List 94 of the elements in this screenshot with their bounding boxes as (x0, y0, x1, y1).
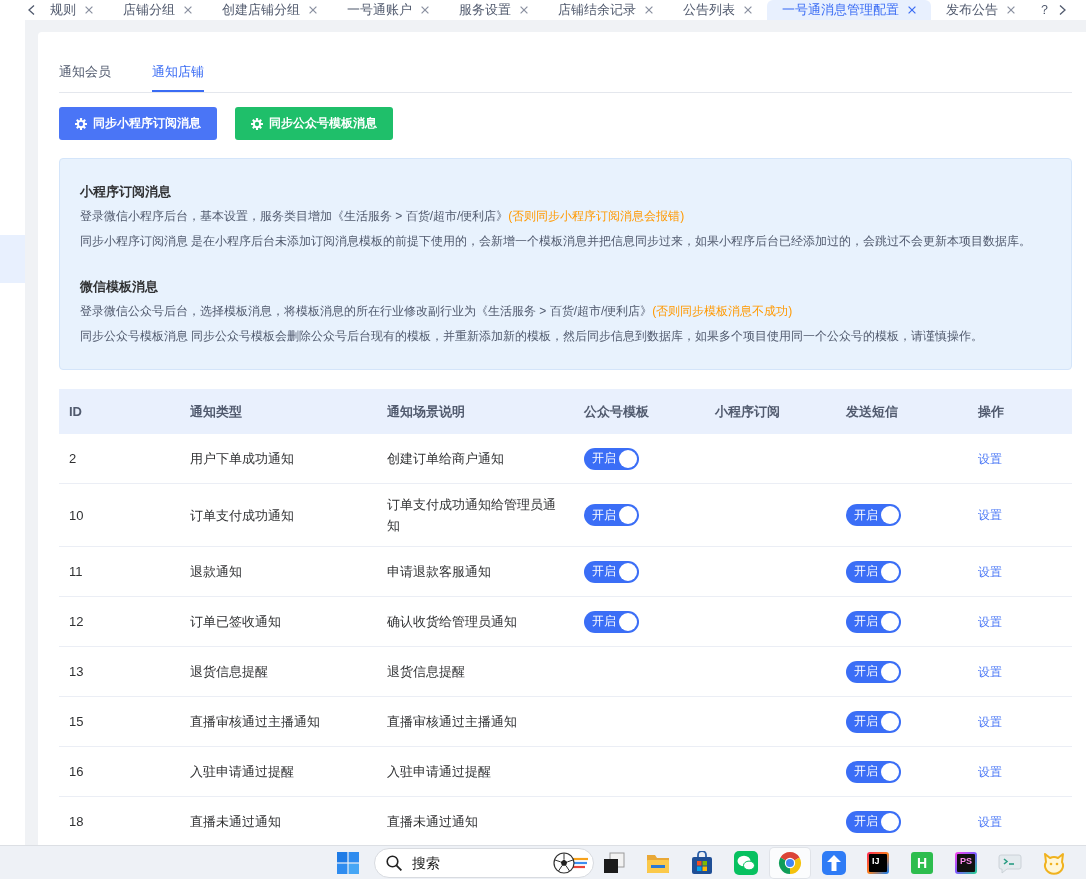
search-input[interactable]: 搜索 (412, 854, 543, 871)
page-tab[interactable]: 规则 (35, 0, 108, 20)
table-cell: 退款通知 (180, 546, 377, 597)
table-cell: 直播审核通过主播通知 (180, 696, 377, 747)
toggle-switch[interactable]: 开启 (584, 447, 639, 470)
settings-link[interactable]: 设置 (978, 764, 1002, 779)
column-header: 通知类型 (180, 389, 377, 434)
table-cell: 申请退款客服通知 (377, 546, 574, 597)
table-cell: 用户下单成功通知 (180, 434, 377, 484)
gear-icon (75, 117, 87, 130)
page-tab[interactable]: 一号通消息管理配置 (767, 0, 931, 20)
arrow-tile-icon (822, 850, 846, 875)
notify-tab[interactable]: 通知会员 (59, 54, 111, 92)
toggle-switch[interactable]: 开启 (846, 810, 901, 833)
toggle-switch[interactable]: 开启 (846, 560, 901, 583)
table-cell: 退货信息提醒 (377, 646, 574, 697)
close-icon[interactable] (1007, 6, 1015, 14)
settings-link[interactable]: 设置 (978, 614, 1002, 629)
page-tab[interactable]: ？ (1030, 0, 1053, 20)
page-tab[interactable]: 一号通账户 (332, 0, 444, 20)
column-header: 小程序订阅 (705, 389, 836, 434)
cat-face-icon (1042, 850, 1066, 875)
toggle-switch[interactable]: 开启 (846, 760, 901, 783)
table-cell: 12 (59, 596, 180, 647)
table-cell: 确认收货给管理员通知 (377, 596, 574, 647)
table-cell: 15 (59, 696, 180, 747)
table-cell: 订单已签收通知 (180, 596, 377, 647)
page-tab[interactable]: 发布公告 (931, 0, 1030, 20)
table-cell: 订单支付成功通知 (180, 483, 377, 547)
chat-bubbles-icon (734, 850, 758, 875)
soccer-ball-icon (553, 851, 589, 874)
close-icon[interactable] (908, 6, 916, 14)
table-cell: 订单支付成功通知给管理员通知 (377, 483, 574, 547)
page-tab[interactable]: 创建店铺分组 (207, 0, 332, 20)
toggle-switch[interactable]: 开启 (584, 610, 639, 633)
column-header: ID (59, 389, 180, 434)
sync-button[interactable]: 同步公众号模板消息 (235, 107, 393, 140)
sync-button[interactable]: 同步小程序订阅消息 (59, 107, 217, 140)
column-header: 操作 (968, 389, 1072, 434)
table-cell: 2 (59, 434, 180, 484)
table-cell: 入驻申请通过提醒 (180, 746, 377, 797)
page-tab[interactable]: 店铺分组 (108, 0, 207, 20)
close-icon[interactable] (309, 6, 317, 14)
notice-text: 登录微信公众号后台，选择模板消息，将模板消息的所在行业修改副行业为《生活服务 > 百货/超市/便利店》(否则同步模板消息不成功) (80, 303, 794, 320)
toggle-switch[interactable]: 开启 (846, 660, 901, 683)
close-icon[interactable] (184, 6, 192, 14)
table-cell: 10 (59, 483, 180, 547)
search-icon (386, 854, 402, 871)
close-icon[interactable] (421, 6, 429, 14)
taskbar-app-button[interactable]: H (902, 847, 942, 878)
toggle-switch[interactable]: 开启 (846, 504, 901, 527)
toggle-switch[interactable]: 开启 (846, 710, 901, 733)
page-tab[interactable]: 服务设置 (444, 0, 543, 20)
table-cell: 11 (59, 546, 180, 597)
toggle-switch[interactable]: 开启 (846, 610, 901, 633)
table-cell: 16 (59, 746, 180, 797)
settings-link[interactable]: 设置 (978, 564, 1002, 579)
column-header: 发送短信 (836, 389, 968, 434)
settings-link[interactable]: 设置 (978, 451, 1002, 466)
notice-title: 微信模板消息 (80, 278, 159, 296)
start-grid-icon[interactable] (337, 851, 359, 874)
table-cell: 退货信息提醒 (180, 646, 377, 697)
settings-link[interactable]: 设置 (978, 714, 1002, 729)
settings-link[interactable]: 设置 (978, 664, 1002, 679)
toggle-switch[interactable]: 开启 (584, 504, 639, 527)
table-cell: 入驻申请通过提醒 (377, 746, 574, 797)
gear-icon (251, 117, 263, 130)
table-cell: 创建订单给商户通知 (377, 434, 574, 484)
search-bar[interactable]: 搜索 (374, 847, 594, 878)
notice-text: 同步小程序订阅消息 是在小程序后台未添加订阅消息模板的前提下使用的，会新增一个模板消息并把信息同步过来，如果小程序后台已经添加过的，会跳过不会更新本项目数据库。 (80, 233, 1033, 250)
notice-text: 登录微信小程序后台，基本设置，服务类目增加《生活服务 > 百货/超市/便利店》(否则同步小程序订阅消息会报错) (80, 208, 686, 225)
notify-tab[interactable]: 通知店铺 (152, 54, 204, 92)
close-icon[interactable] (85, 6, 93, 14)
shopping-bag-icon (690, 850, 714, 875)
column-header: 公众号模板 (574, 389, 705, 434)
browser-circle-icon (778, 850, 802, 875)
page-tab[interactable]: 公告列表 (668, 0, 767, 20)
table-cell: 13 (59, 646, 180, 697)
chevron-right-icon[interactable] (1059, 5, 1066, 15)
page-tab[interactable]: 店铺结余记录 (543, 0, 668, 20)
table-cell: 直播审核通过主播通知 (377, 696, 574, 747)
taskbar-app-button[interactable]: IJ (858, 847, 898, 878)
toggle-switch[interactable]: 开启 (584, 560, 639, 583)
close-icon[interactable] (645, 6, 653, 14)
notice-title: 小程序订阅消息 (80, 183, 172, 201)
stacked-squares-icon (602, 850, 626, 875)
close-icon[interactable] (744, 6, 752, 14)
chevron-left-icon[interactable] (28, 5, 35, 15)
column-header: 通知场景说明 (377, 389, 574, 434)
close-icon[interactable] (520, 6, 528, 14)
notice-text: 同步公众号模板消息 同步公众号模板会删除公众号后台现有的模板，并重新添加新的模板，然后同步信息到数据库，如果多个项目使用同一个公众号的模板，请谨慎操作。 (80, 328, 985, 345)
taskbar-app-button[interactable]: PS (946, 847, 986, 878)
settings-link[interactable]: 设置 (978, 814, 1002, 829)
settings-link[interactable]: 设置 (978, 508, 1002, 522)
